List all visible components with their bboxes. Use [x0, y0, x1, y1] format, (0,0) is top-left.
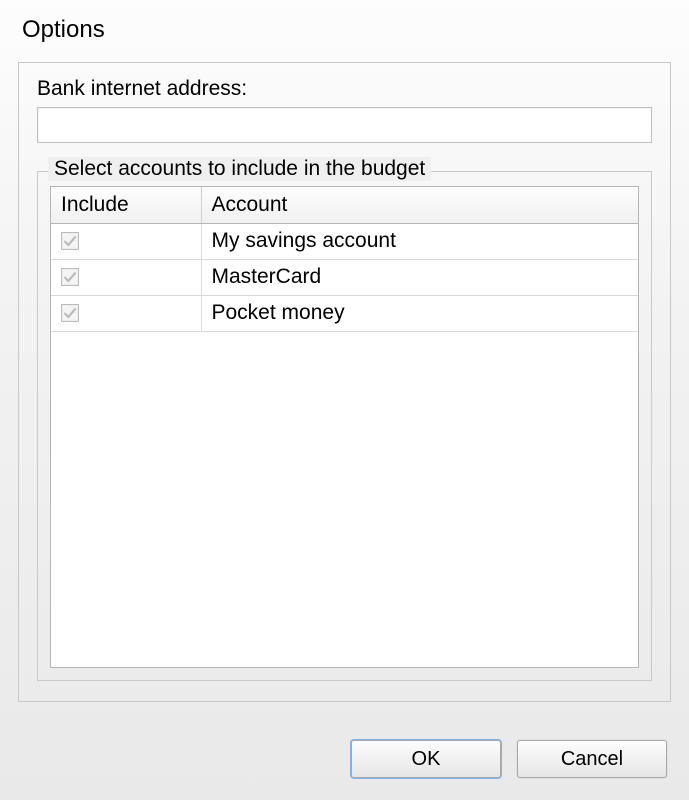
bank-address-label: Bank internet address:	[37, 77, 652, 101]
options-dialog: Options Bank internet address: Select ac…	[0, 0, 689, 800]
accounts-grid: Include Account	[50, 186, 639, 668]
table-row[interactable]: My savings account	[51, 223, 638, 259]
account-name-cell: Pocket money	[201, 295, 638, 331]
accounts-group-legend: Select accounts to include in the budget	[48, 157, 431, 181]
account-name-cell: MasterCard	[201, 259, 638, 295]
cancel-button[interactable]: Cancel	[517, 740, 667, 778]
ok-button[interactable]: OK	[351, 740, 501, 778]
accounts-table: Include Account	[51, 187, 638, 332]
col-header-include[interactable]: Include	[51, 187, 201, 223]
accounts-header-row: Include Account	[51, 187, 638, 223]
col-header-account[interactable]: Account	[201, 187, 638, 223]
table-row[interactable]: Pocket money	[51, 295, 638, 331]
account-name-cell: My savings account	[201, 223, 638, 259]
table-row[interactable]: MasterCard	[51, 259, 638, 295]
checkbox-icon[interactable]	[61, 304, 79, 322]
checkbox-icon[interactable]	[61, 268, 79, 286]
accounts-groupbox: Select accounts to include in the budget…	[37, 171, 652, 681]
dialog-button-row: OK Cancel	[351, 740, 667, 778]
checkbox-icon[interactable]	[61, 232, 79, 250]
bank-address-input[interactable]	[37, 107, 652, 143]
options-panel: Bank internet address: Select accounts t…	[18, 62, 671, 702]
dialog-title: Options	[22, 16, 671, 44]
